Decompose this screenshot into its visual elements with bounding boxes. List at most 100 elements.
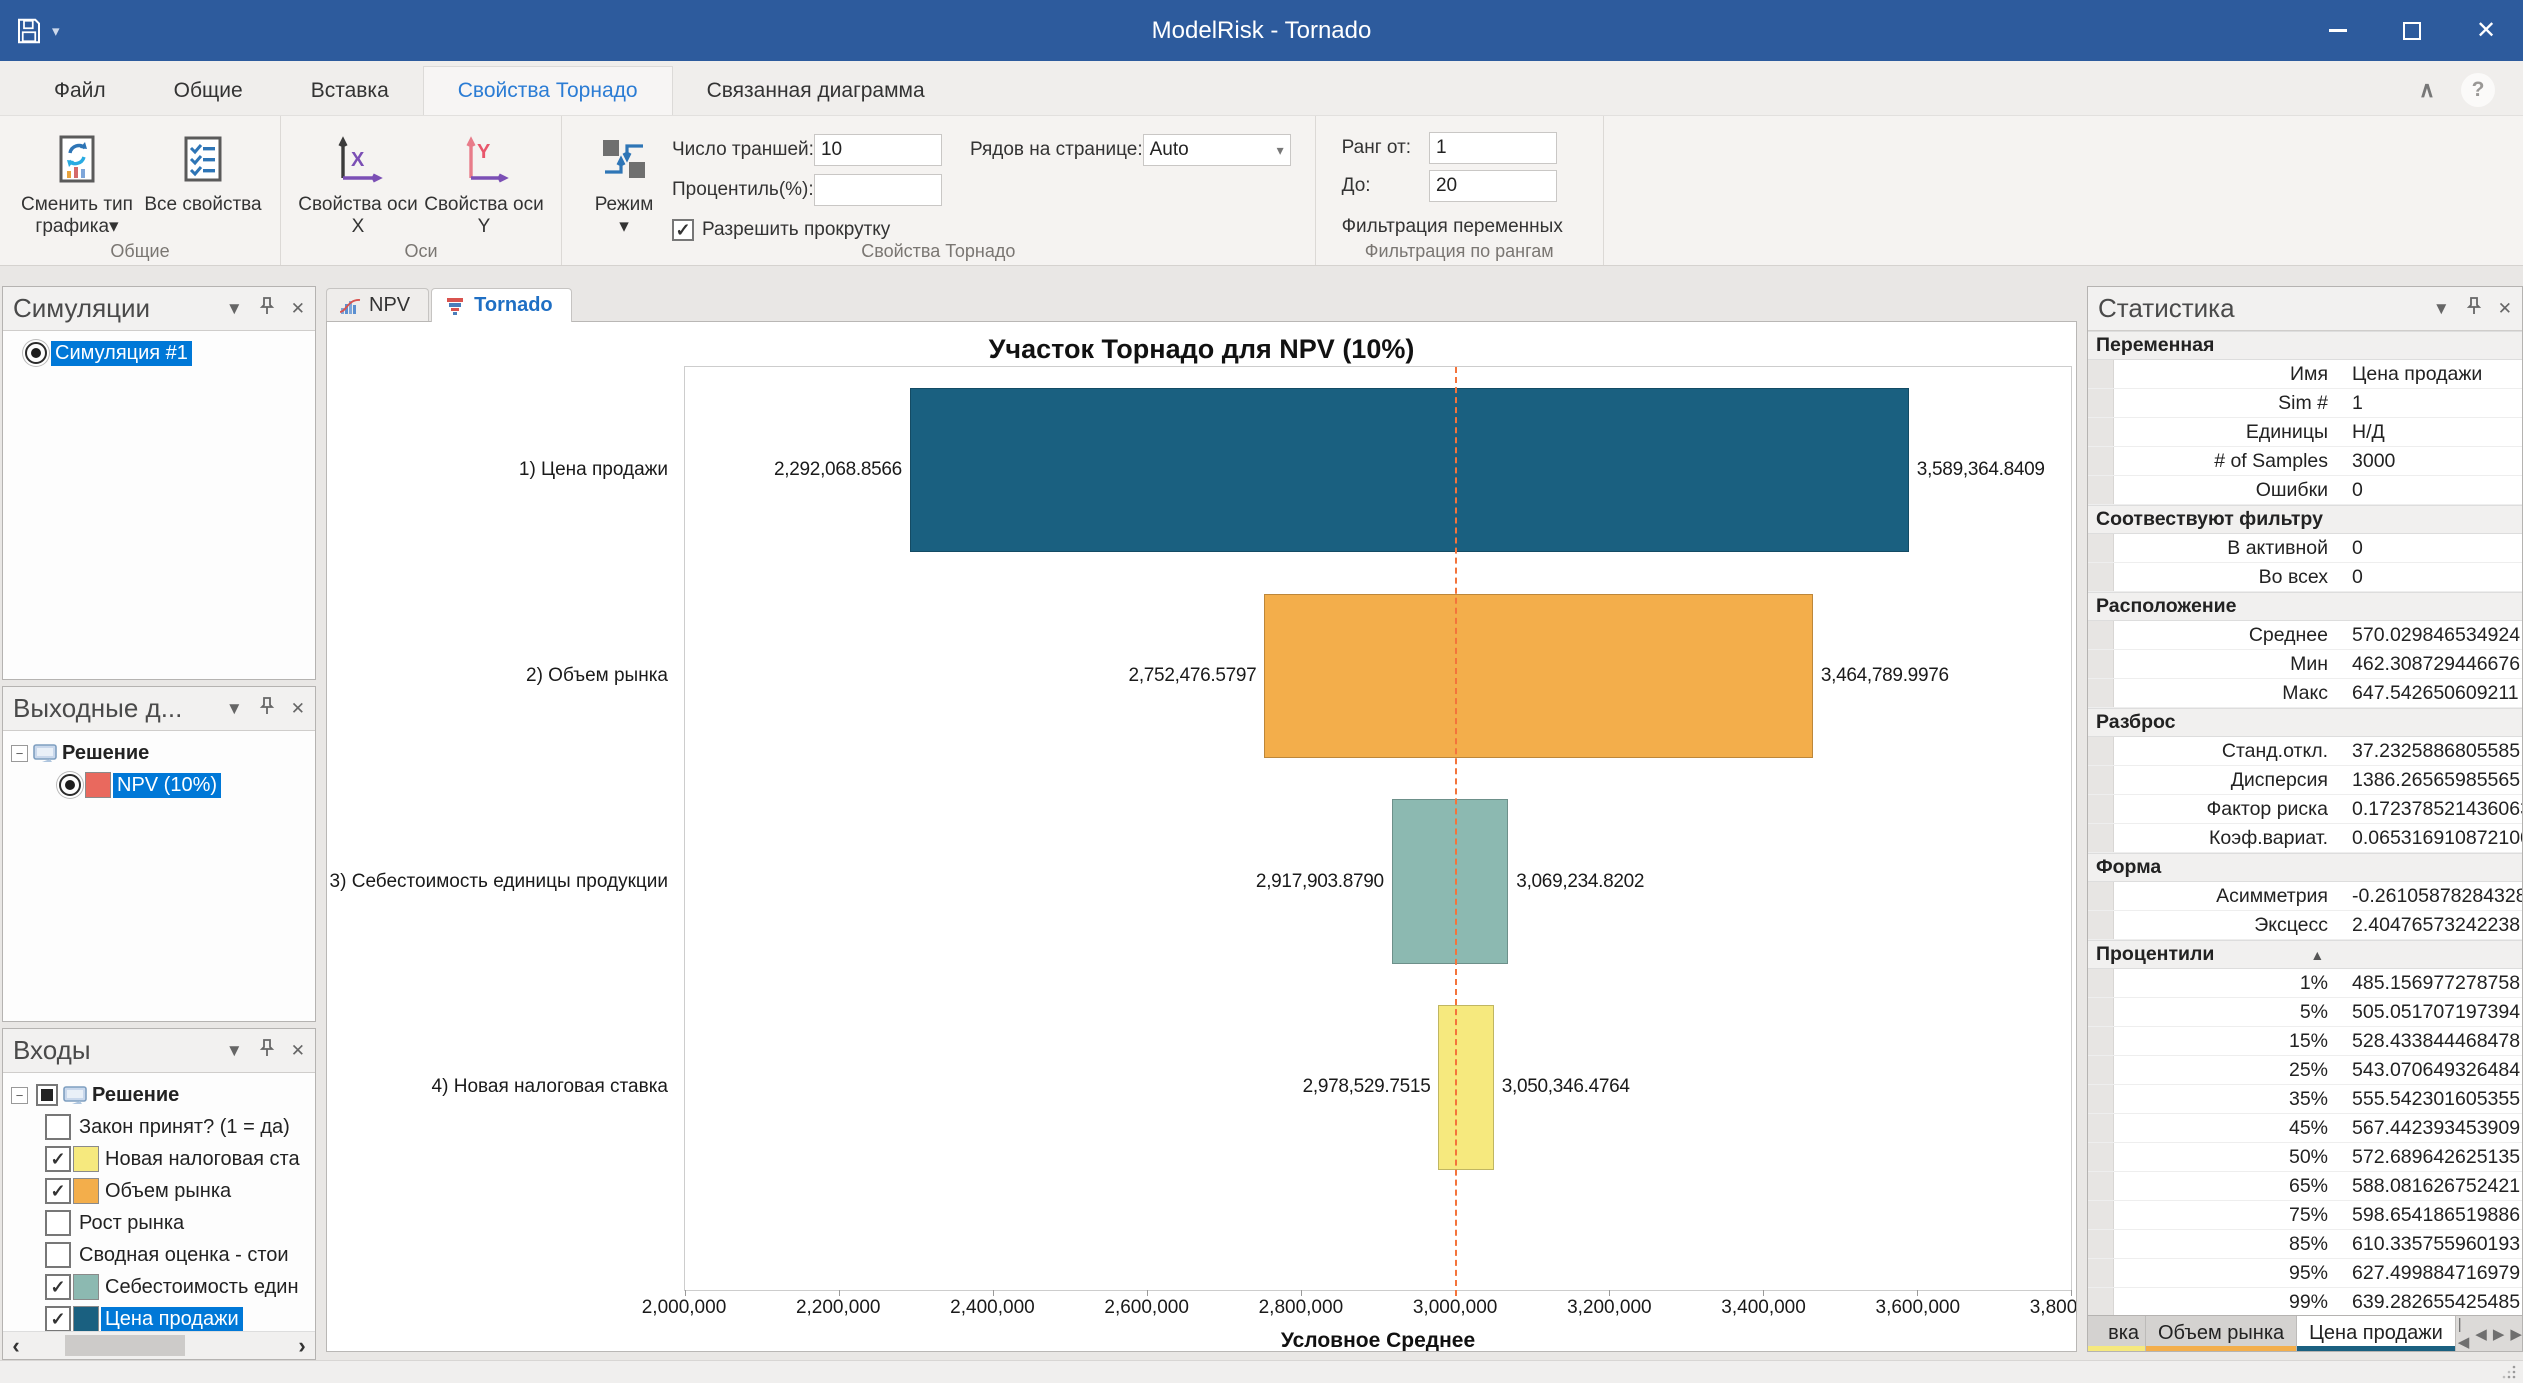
nav-first-icon[interactable]: |◀ — [2456, 1316, 2472, 1351]
panel-dropdown-icon[interactable]: ▼ — [226, 1041, 243, 1061]
ribbon: Сменить тип графика▾ Все свойства Общие — [0, 116, 2523, 266]
input-item[interactable]: ✓Новая налоговая ста — [3, 1143, 315, 1175]
input-item[interactable]: Сводная оценка - стои — [3, 1239, 315, 1271]
scroll-right-icon[interactable]: › — [289, 1333, 315, 1359]
percentile-input[interactable] — [814, 174, 942, 206]
ribbon-tab-Вставка[interactable]: Вставка — [277, 67, 423, 115]
filter-variables-button[interactable]: Фильтрация переменных — [1342, 216, 1563, 238]
x-axis-properties-button[interactable]: X Свойства оси X — [295, 126, 421, 238]
close-icon[interactable]: ✕ — [291, 299, 305, 319]
rank-to-input[interactable]: 20 — [1429, 170, 1557, 202]
panel-dropdown-icon[interactable]: ▼ — [2433, 299, 2450, 319]
allow-scroll-checkbox[interactable]: ✓ — [672, 219, 694, 241]
ribbon-right-icons: ∧ ? — [2419, 73, 2523, 115]
stats-row: 95%627.499884716979 — [2088, 1259, 2522, 1288]
stat-value: 505.051707197394 — [2340, 1001, 2522, 1024]
input-item[interactable]: ✓Себестоимость един — [3, 1271, 315, 1303]
minimize-button[interactable] — [2301, 0, 2375, 61]
close-icon[interactable]: ✕ — [2498, 299, 2512, 319]
rank-from-input[interactable]: 1 — [1429, 132, 1557, 164]
group-label-axes: Оси — [281, 241, 561, 262]
input-checkbox[interactable]: ✓ — [45, 1146, 71, 1172]
scroll-left-icon[interactable]: ‹ — [3, 1333, 29, 1359]
input-item[interactable]: Закон принят? (1 = да) — [3, 1111, 315, 1143]
inputs-horizontal-scrollbar[interactable]: ‹ › — [3, 1331, 315, 1359]
root-checkbox[interactable] — [36, 1084, 58, 1106]
tornado-bar[interactable] — [1264, 594, 1812, 758]
x-tick-mark — [1147, 1290, 1148, 1296]
pin-icon[interactable] — [259, 697, 275, 720]
y-axis-properties-button[interactable]: Y Свойства оси Y — [421, 126, 547, 238]
panel-dropdown-icon[interactable]: ▼ — [226, 299, 243, 319]
collapse-icon[interactable]: − — [11, 1087, 28, 1104]
nav-next-icon[interactable]: ▶ — [2491, 1325, 2507, 1343]
sheet-tab[interactable]: Объем рынка — [2146, 1316, 2297, 1351]
tranches-input[interactable]: 10 — [814, 134, 942, 166]
input-checkbox[interactable]: ✓ — [45, 1274, 71, 1300]
close-button[interactable]: ✕ — [2449, 0, 2523, 61]
ribbon-tab-Свойства Торнадо[interactable]: Свойства Торнадо — [423, 66, 673, 115]
scrollbar-thumb[interactable] — [65, 1335, 185, 1356]
close-icon[interactable]: ✕ — [291, 699, 305, 719]
close-icon[interactable]: ✕ — [291, 1041, 305, 1061]
tornado-bar[interactable] — [1438, 1005, 1493, 1169]
help-icon[interactable]: ? — [2461, 73, 2495, 107]
input-item[interactable]: Рост рынка — [3, 1207, 315, 1239]
save-icon[interactable] — [14, 16, 44, 46]
input-checkbox[interactable]: ✓ — [45, 1178, 71, 1204]
sheet-tab[interactable]: вка — [2088, 1316, 2146, 1351]
x-tick-mark — [1609, 1290, 1610, 1296]
bar-high-value: 3,050,346.4764 — [1502, 1076, 1630, 1098]
output-item[interactable]: NPV (10%) — [3, 769, 315, 801]
input-checkbox[interactable] — [45, 1114, 71, 1140]
output-label: NPV (10%) — [113, 773, 221, 798]
pin-icon[interactable] — [259, 1039, 275, 1062]
simulation-item[interactable]: Симуляция #1 — [3, 337, 315, 369]
nav-prev-icon[interactable]: ◀ — [2473, 1325, 2489, 1343]
input-checkbox[interactable]: ✓ — [45, 1306, 71, 1332]
ribbon-tab-Связанная диаграмма[interactable]: Связанная диаграмма — [673, 67, 959, 115]
maximize-button[interactable] — [2375, 0, 2449, 61]
x-tick-label: 3,200,000 — [1567, 1297, 1652, 1319]
stat-label: 75% — [2114, 1204, 2340, 1227]
document-tab-npv[interactable]: NPV — [326, 288, 429, 322]
sort-ascending-icon[interactable]: ▲ — [2310, 947, 2324, 963]
change-chart-type-button[interactable]: Сменить тип графика▾ — [14, 126, 140, 238]
sheet-tab[interactable]: Цена продажи — [2297, 1316, 2456, 1351]
maximize-icon — [2403, 22, 2421, 40]
mode-icon — [597, 130, 651, 188]
ribbon-tab-Файл[interactable]: Файл — [20, 67, 140, 115]
panel-dropdown-icon[interactable]: ▼ — [226, 699, 243, 719]
row-gutter — [2088, 1230, 2114, 1258]
stat-value: 588.081626752421 — [2340, 1175, 2522, 1198]
outputs-root-row[interactable]: − Решение — [3, 737, 315, 769]
all-properties-button[interactable]: Все свойства — [140, 126, 266, 216]
rows-per-page-select[interactable]: Auto ▾ — [1143, 134, 1291, 166]
input-checkbox[interactable] — [45, 1242, 71, 1268]
tornado-chart: Участок Торнадо для NPV (10%) 1) Цена пр… — [326, 321, 2077, 1352]
ribbon-tab-Общие[interactable]: Общие — [140, 67, 277, 115]
customize-quick-access-icon[interactable]: ▾ — [52, 22, 60, 40]
tornado-bar[interactable] — [910, 388, 1909, 552]
allow-scroll-label: Разрешить прокрутку — [702, 219, 890, 241]
window-controls: ✕ — [2283, 0, 2523, 61]
scrollbar-track[interactable] — [29, 1332, 289, 1359]
sheet-tab-underline — [2146, 1346, 2296, 1351]
pin-icon[interactable] — [259, 297, 275, 320]
inputs-root-row[interactable]: − Решение — [3, 1079, 315, 1111]
stat-value: 3000 — [2340, 450, 2522, 473]
tornado-bar[interactable] — [1392, 799, 1509, 963]
collapse-icon[interactable]: − — [11, 745, 28, 762]
document-tab-tornado[interactable]: Tornado — [431, 288, 572, 322]
collapse-ribbon-icon[interactable]: ∧ — [2419, 77, 2435, 103]
row-gutter — [2088, 1172, 2114, 1200]
input-checkbox[interactable] — [45, 1210, 71, 1236]
resize-grip-icon[interactable] — [2501, 1364, 2517, 1380]
input-item[interactable]: ✓Объем рынка — [3, 1175, 315, 1207]
pin-icon[interactable] — [2466, 297, 2482, 320]
stat-label: 99% — [2114, 1291, 2340, 1314]
nav-last-icon[interactable]: ▶| — [2508, 1325, 2523, 1343]
mode-button[interactable]: Режим▾ — [576, 126, 672, 238]
x-tick-mark — [839, 1290, 840, 1296]
x-tick-label: 2,400,000 — [950, 1297, 1035, 1319]
